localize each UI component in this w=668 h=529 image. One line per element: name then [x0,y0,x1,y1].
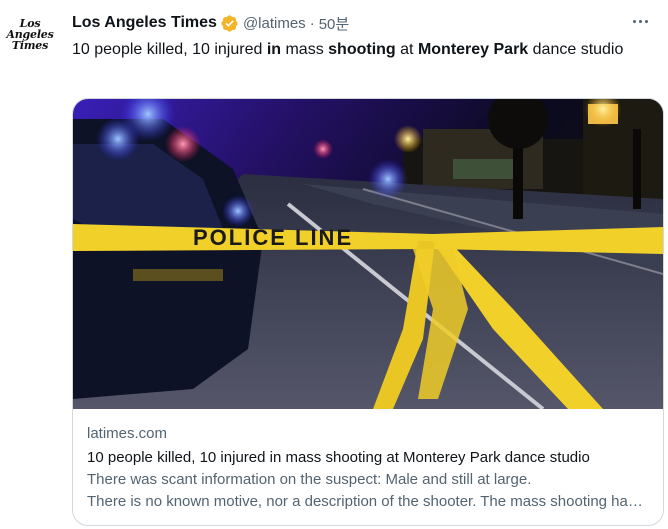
avatar-line-2: Angeles [6,27,54,41]
card-image-tape-text: POLICE LINE [193,225,353,250]
tweet-header: Los Angeles Times @latimes · 50분 [72,12,652,34]
tweet-text-part: dance studio [528,41,624,58]
card-image[interactable]: POLICE LINE [73,99,663,409]
tweet-text-keyword: Monterey Park [417,41,529,58]
avatar-line-1: Los [19,16,41,30]
tweet-text-part: at [395,41,418,58]
tweet-text-part: mass [281,41,329,58]
tweet-text: 10 people killed, 10 injured in mass sho… [72,38,647,61]
avatar-line-3: Times [11,38,49,52]
card-body[interactable]: latimes.com 10 people killed, 10 injured… [87,423,649,513]
more-options-icon[interactable] [628,10,652,32]
separator-dot: · [309,14,315,32]
tweet-text-part: 10 people killed, 10 injured [72,41,267,58]
avatar[interactable]: Los Angeles Times [6,10,54,58]
card-description-line-1: There was scant information on the suspe… [87,471,532,488]
verified-badge-icon [220,14,239,33]
card-title[interactable]: 10 people killed, 10 injured in mass sho… [87,447,649,469]
tweet[interactable]: Los Angeles Times Los Angeles Times @lat… [0,0,668,529]
card-description: There was scant information on the suspe… [87,469,649,513]
card-domain: latimes.com [87,425,168,442]
tweet-text-keyword: shooting [328,41,396,58]
tweet-timestamp[interactable]: 50분 [319,13,350,34]
card-description-line-2: There is no known motive, nor a descript… [87,493,649,510]
author-name[interactable]: Los Angeles Times [72,14,217,32]
tweet-text-keyword: in [266,41,282,58]
link-card[interactable]: POLICE LINE latimes.com 10 people killed… [72,98,664,526]
author-handle[interactable]: @latimes [243,15,306,32]
